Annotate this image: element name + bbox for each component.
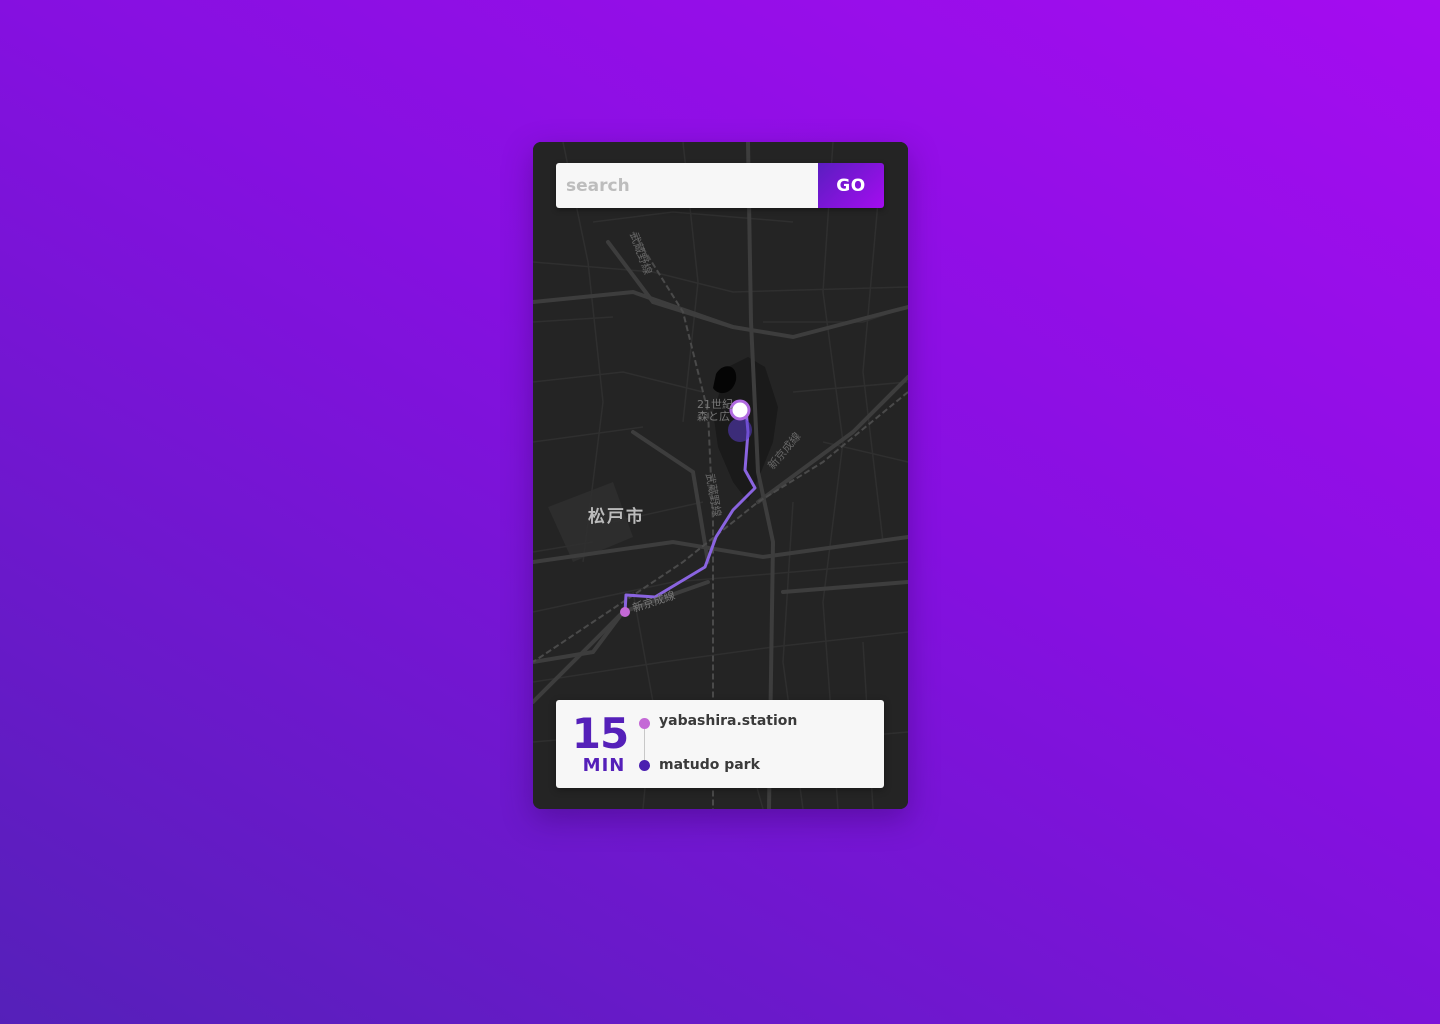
search-bar: GO — [556, 163, 884, 208]
map-card: 松戸市 21世紀 森と広 武蔵野線 武蔵野線 新京成線 新京成線 GO 15 M… — [533, 142, 908, 809]
eta: 15 MIN — [566, 712, 634, 776]
origin-dot-icon — [639, 718, 650, 729]
destination-marker — [729, 399, 751, 421]
destination-dot-icon — [639, 760, 650, 771]
map-label-park-line2: 森と広 — [697, 409, 730, 423]
trip-info-card: 15 MIN yabashira.station matudo park — [556, 700, 884, 788]
eta-value: 15 — [571, 709, 629, 758]
destination-label: matudo park — [659, 757, 760, 773]
search-input[interactable] — [556, 163, 818, 208]
map-label-city: 松戸市 — [588, 506, 645, 527]
eta-unit: MIN — [582, 755, 626, 776]
go-button[interactable]: GO — [818, 163, 884, 208]
origin-label: yabashira.station — [659, 713, 798, 729]
destination-glow — [728, 418, 752, 442]
origin-marker — [620, 607, 630, 617]
